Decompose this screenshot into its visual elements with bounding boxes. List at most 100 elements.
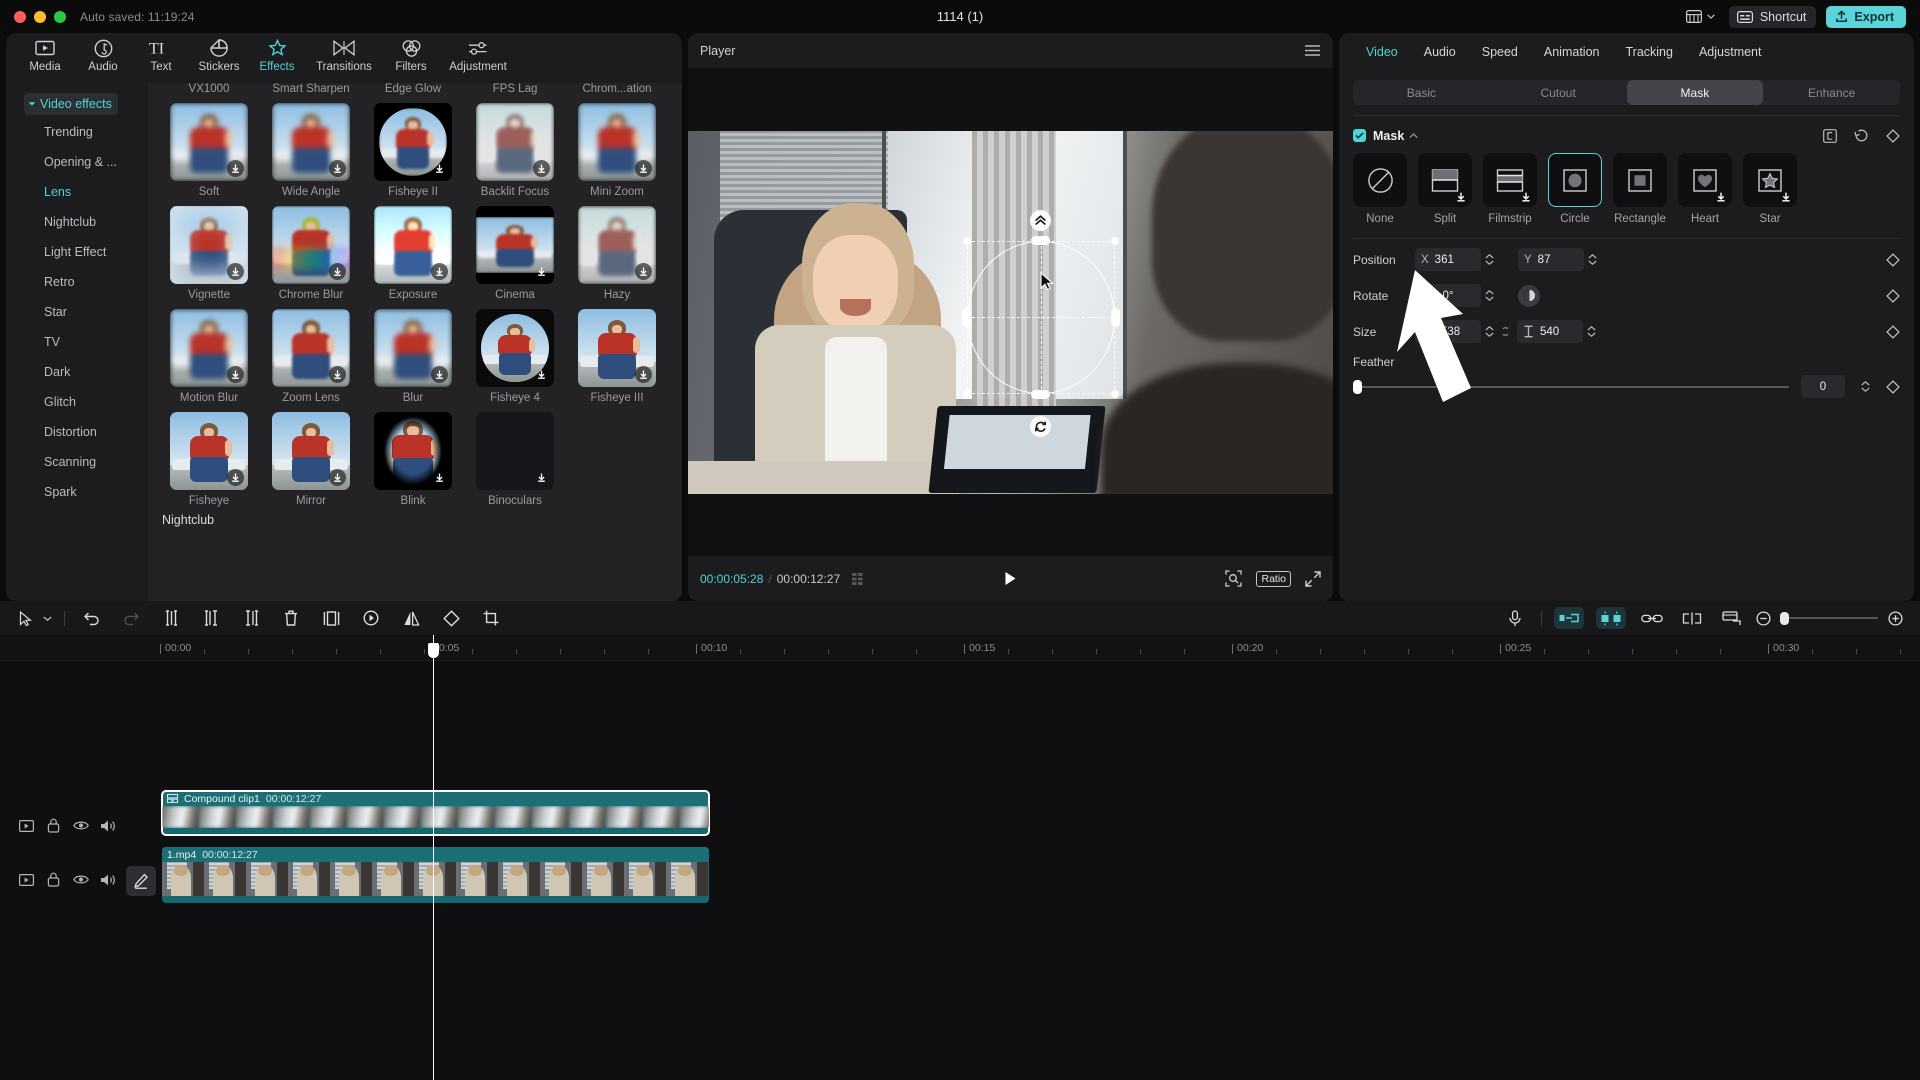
effects-grid[interactable]: VX1000 Smart Sharpen Edge Glow FPS Lag C… xyxy=(148,83,682,601)
download-icon[interactable] xyxy=(227,469,244,486)
mask-shape-heart[interactable]: Heart xyxy=(1678,153,1732,225)
sidebar-item-dark[interactable]: Dark xyxy=(6,357,148,387)
effect-card-blink[interactable]: Blink xyxy=(362,404,464,507)
effect-card-exposure[interactable]: Exposure xyxy=(362,198,464,301)
download-icon[interactable] xyxy=(431,469,448,486)
tab-transitions[interactable]: Transitions xyxy=(306,33,382,73)
effect-card-binoculars[interactable]: Binoculars xyxy=(464,404,566,507)
download-icon[interactable] xyxy=(1715,191,1727,203)
feather-keyframe-button[interactable] xyxy=(1886,379,1900,394)
tab-audio[interactable]: Audio xyxy=(1411,45,1469,59)
invert-mask-button[interactable] xyxy=(1518,284,1540,307)
speed-button[interactable] xyxy=(351,601,391,635)
effect-card-motion-blur[interactable]: Motion Blur xyxy=(158,301,260,404)
apply-to-all-button[interactable] xyxy=(1823,128,1837,143)
mask-handle-right[interactable] xyxy=(1111,307,1120,327)
download-icon[interactable] xyxy=(227,263,244,280)
link-clips-button[interactable] xyxy=(1632,601,1672,635)
playhead-knob[interactable] xyxy=(428,643,439,658)
download-icon[interactable] xyxy=(635,366,652,383)
mask-handle-left[interactable] xyxy=(962,307,971,327)
tab-audio[interactable]: Audio xyxy=(74,33,132,73)
mirror-button[interactable] xyxy=(391,601,431,635)
tab-adjustment[interactable]: Adjustment xyxy=(1686,45,1775,59)
mask-shape-split[interactable]: Split xyxy=(1418,153,1472,225)
effect-card-backlit-focus[interactable]: Backlit Focus xyxy=(464,95,566,198)
undo-button[interactable] xyxy=(71,601,111,635)
download-icon[interactable] xyxy=(329,469,346,486)
sidebar-item-lens[interactable]: Lens xyxy=(6,177,148,207)
tab-adjustment[interactable]: Adjustment xyxy=(440,33,516,73)
effect-card-chrome-blur[interactable]: Chrome Blur xyxy=(260,198,362,301)
tool-dropdown-button[interactable] xyxy=(36,601,58,635)
rotate-keyframe-button[interactable] xyxy=(1886,288,1900,303)
trim-end-button[interactable] xyxy=(231,601,271,635)
mask-handle-bottom-right[interactable] xyxy=(1111,389,1119,398)
effect-card-blur[interactable]: Blur xyxy=(362,301,464,404)
feather-slider[interactable] xyxy=(1353,379,1789,394)
tab-speed[interactable]: Speed xyxy=(1469,45,1531,59)
tab-effects[interactable]: Effects xyxy=(248,33,306,73)
thumbnail-view-button[interactable] xyxy=(1712,601,1752,635)
shortcut-button[interactable]: Shortcut xyxy=(1728,5,1817,28)
sidebar-item-star[interactable]: Star xyxy=(6,297,148,327)
tab-text[interactable]: TI Text xyxy=(132,33,190,74)
lock-icon[interactable] xyxy=(45,817,62,834)
feather-stepper[interactable] xyxy=(1861,381,1870,392)
crop-resize-button[interactable] xyxy=(311,601,351,635)
mask-rotate-handle[interactable] xyxy=(1030,415,1051,437)
mask-shape-none[interactable]: None xyxy=(1353,153,1407,225)
sidebar-item-glitch[interactable]: Glitch xyxy=(6,387,148,417)
trim-start-button[interactable] xyxy=(191,601,231,635)
sidebar-item-trending[interactable]: Trending xyxy=(6,117,148,147)
download-icon[interactable] xyxy=(635,263,652,280)
download-icon[interactable] xyxy=(227,160,244,177)
snap-to-playhead-button[interactable] xyxy=(1596,607,1626,629)
playhead[interactable] xyxy=(428,635,439,1080)
download-icon[interactable] xyxy=(1780,191,1792,203)
table-row[interactable]: 1.mp4 00:00:12:27 xyxy=(162,847,709,903)
split-button[interactable] xyxy=(151,601,191,635)
sidebar-item-opening[interactable]: Opening & ... xyxy=(6,147,148,177)
table-row[interactable]: Compound clip1 00:00:12:27 xyxy=(161,790,710,836)
player-menu-button[interactable] xyxy=(1304,44,1321,57)
track-thumbnail-icon[interactable] xyxy=(18,817,35,834)
download-icon[interactable] xyxy=(533,160,550,177)
lock-icon[interactable] xyxy=(45,871,62,888)
mask-enable-checkbox[interactable] xyxy=(1353,129,1366,142)
download-icon[interactable] xyxy=(635,160,652,177)
mask-handle-bottom[interactable] xyxy=(1031,389,1050,399)
sidebar-item-scanning[interactable]: Scanning xyxy=(6,447,148,477)
mask-handle-top-right[interactable] xyxy=(1111,236,1119,245)
delete-button[interactable] xyxy=(271,601,311,635)
effect-card-zoom-lens[interactable]: Zoom Lens xyxy=(260,301,362,404)
redo-button[interactable] xyxy=(111,601,151,635)
effect-card-vignette[interactable]: Vignette xyxy=(158,198,260,301)
export-button[interactable]: Export xyxy=(1826,5,1906,28)
timeline-ruler[interactable]: 00:00 00:05 00:10 00:15 00:20 00:25 00:3… xyxy=(0,635,1920,661)
sidebar-item-tv[interactable]: TV xyxy=(6,327,148,357)
download-icon[interactable] xyxy=(533,263,550,280)
download-icon[interactable] xyxy=(431,263,448,280)
position-x-stepper[interactable] xyxy=(1485,254,1494,265)
download-icon[interactable] xyxy=(431,160,448,177)
position-y-input[interactable]: Y 87 xyxy=(1518,248,1584,271)
download-icon[interactable] xyxy=(227,366,244,383)
tab-media[interactable]: Media xyxy=(16,33,74,73)
mask-shape-filmstrip[interactable]: Filmstrip xyxy=(1483,153,1537,225)
size-height-stepper[interactable] xyxy=(1587,326,1596,337)
download-icon[interactable] xyxy=(1455,191,1467,203)
subtab-cutout[interactable]: Cutout xyxy=(1490,80,1627,105)
tab-animation[interactable]: Animation xyxy=(1531,45,1613,59)
reset-mask-button[interactable] xyxy=(1854,128,1869,143)
effect-card-wide-angle[interactable]: Wide Angle xyxy=(260,95,362,198)
sidebar-item-spark[interactable]: Spark xyxy=(6,477,148,507)
auto-snap-button[interactable] xyxy=(1554,607,1584,629)
sidebar-item-distortion[interactable]: Distortion xyxy=(6,417,148,447)
video-canvas[interactable] xyxy=(688,130,1333,494)
mask-feather-handle[interactable] xyxy=(1030,209,1051,231)
keyboard-layout-selector[interactable] xyxy=(1682,7,1719,26)
download-icon[interactable] xyxy=(329,263,346,280)
speaker-icon[interactable] xyxy=(99,817,116,834)
mask-handle-bottom-left[interactable] xyxy=(963,389,971,398)
